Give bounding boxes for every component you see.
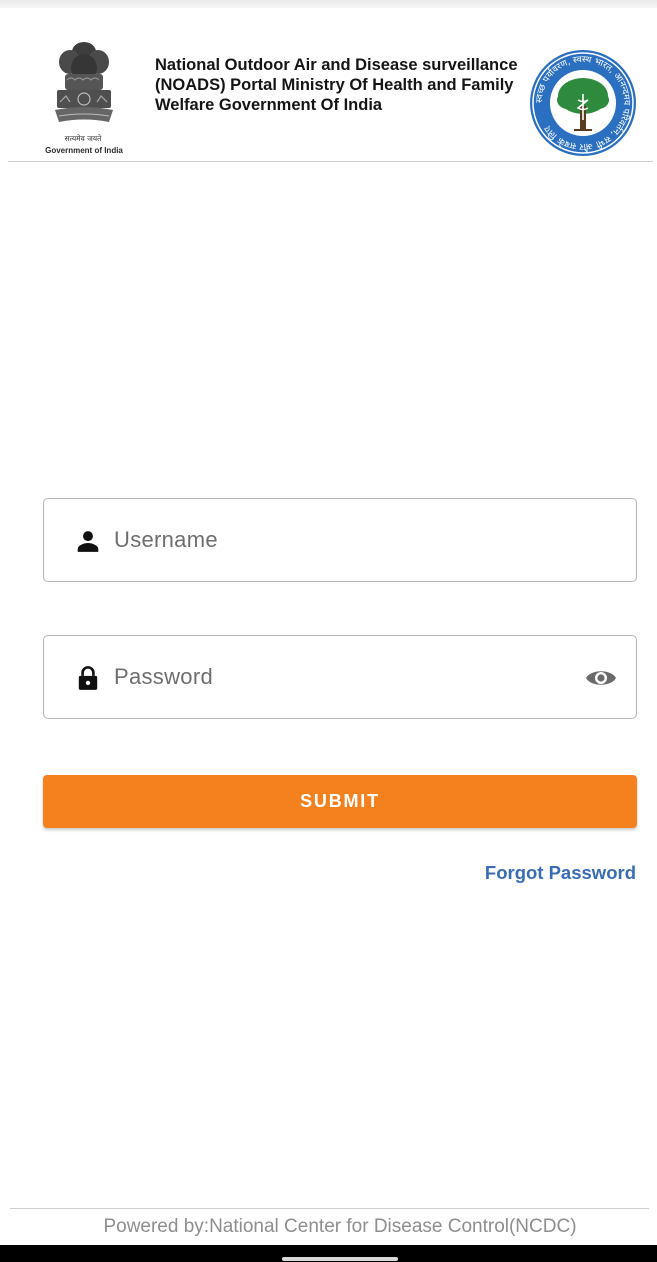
- eye-icon[interactable]: [584, 664, 618, 692]
- footer-divider: [10, 1208, 649, 1209]
- submit-button[interactable]: SUBMIT: [43, 775, 637, 828]
- password-field[interactable]: [43, 635, 637, 719]
- emblem-caption: Government of India: [45, 146, 123, 155]
- app-header: सत्यमेव जयते Government of India Nationa…: [0, 8, 657, 164]
- password-input[interactable]: [114, 656, 554, 698]
- header-divider: [8, 161, 653, 162]
- lion-capital-emblem-icon: [55, 42, 113, 122]
- lock-icon: [78, 666, 98, 690]
- home-indicator[interactable]: [282, 1257, 398, 1261]
- person-icon: [77, 531, 99, 552]
- footer-credit: Powered by:National Center for Disease C…: [103, 1216, 577, 1237]
- username-field[interactable]: [43, 498, 637, 582]
- status-strip: [0, 0, 657, 8]
- ncdc-logo-icon: स्वच्छ पर्यावरण, स्वस्थ भारत, आनन्दमय पर…: [530, 50, 636, 156]
- emblem-motto: सत्यमेव जयते: [64, 134, 102, 143]
- portal-title: National Outdoor Air and Disease surveil…: [155, 56, 518, 114]
- national-emblem: सत्यमेव जयते Government of India: [28, 40, 138, 158]
- forgot-password-link[interactable]: Forgot Password: [485, 862, 636, 884]
- username-input[interactable]: [114, 519, 554, 561]
